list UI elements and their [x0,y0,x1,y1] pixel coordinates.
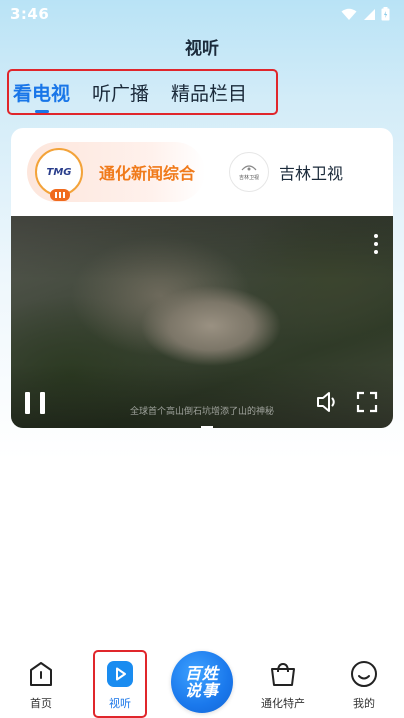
home-icon [30,662,52,686]
tab-featured-programs[interactable]: 精品栏目 [171,79,247,106]
volume-icon[interactable] [315,390,341,414]
shopping-bag-icon [271,662,295,686]
tab-watch-tv-label: 看电视 [13,82,71,105]
nav-profile[interactable]: 我的 [324,648,404,718]
play-icon [107,661,133,687]
smiley-profile-icon [351,661,377,687]
tab-watch-tv[interactable]: 看电视 [13,79,71,113]
channel-jilin-tv[interactable]: 吉林卫视 吉林卫视 [229,152,343,192]
jilin-tv-logo: 吉林卫视 [229,152,269,192]
video-player[interactable]: 全球首个高山倒石坑增添了山的神秘 [11,216,393,428]
nav-local-specialties-label: 通化特产 [261,697,305,710]
page-title: 视听 [185,39,219,59]
tab-featured-programs-label: 精品栏目 [171,82,248,105]
people-talk-line2: 说事 [184,681,219,700]
people-talk-line1: 百姓 [184,664,219,683]
nav-audiovisual-label: 视听 [109,697,131,710]
fullscreen-icon[interactable] [356,391,378,413]
people-talk-button[interactable]: 百姓 说事 [171,651,233,713]
tab-listen-radio-label: 听广播 [92,82,150,105]
channel-tonghua-news-label: 通化新闻综合 [99,164,196,183]
tmg-logo-text: TMG [46,166,72,178]
more-options-icon[interactable] [373,234,379,254]
jilin-tv-emblem-icon [241,164,257,170]
channel-jilin-tv-label: 吉林卫视 [279,164,344,183]
channel-tonghua-news[interactable]: TMG 通化新闻综合 [27,142,205,202]
tab-listen-radio[interactable]: 听广播 [92,79,149,106]
signal-icon [364,8,375,20]
channel-card: TMG 通化新闻综合 吉林卫视 吉林卫视 全球首个高山倒石坑增添了山的神秘 [11,128,393,428]
nav-local-specialties[interactable]: 通化特产 [243,648,323,718]
channel-selector: TMG 通化新闻综合 吉林卫视 吉林卫视 [11,128,393,216]
jilin-tv-logo-text: 吉林卫视 [238,174,259,181]
nav-home[interactable]: 首页 [1,648,81,718]
live-audio-icon [50,189,70,201]
battery-icon [381,7,390,21]
status-bar: 3:46 [0,0,404,28]
status-time: 3:46 [10,5,50,23]
wifi-icon [341,8,357,20]
nav-audiovisual[interactable]: 视听 [80,648,160,718]
video-progress-indicator [201,426,213,428]
nav-profile-label: 我的 [353,697,375,710]
status-icons [341,7,390,21]
tmg-logo: TMG [35,148,83,201]
top-tab-bar: 看电视 听广播 精品栏目 [7,69,278,115]
active-tab-indicator [35,109,49,113]
nav-home-label: 首页 [30,697,52,710]
